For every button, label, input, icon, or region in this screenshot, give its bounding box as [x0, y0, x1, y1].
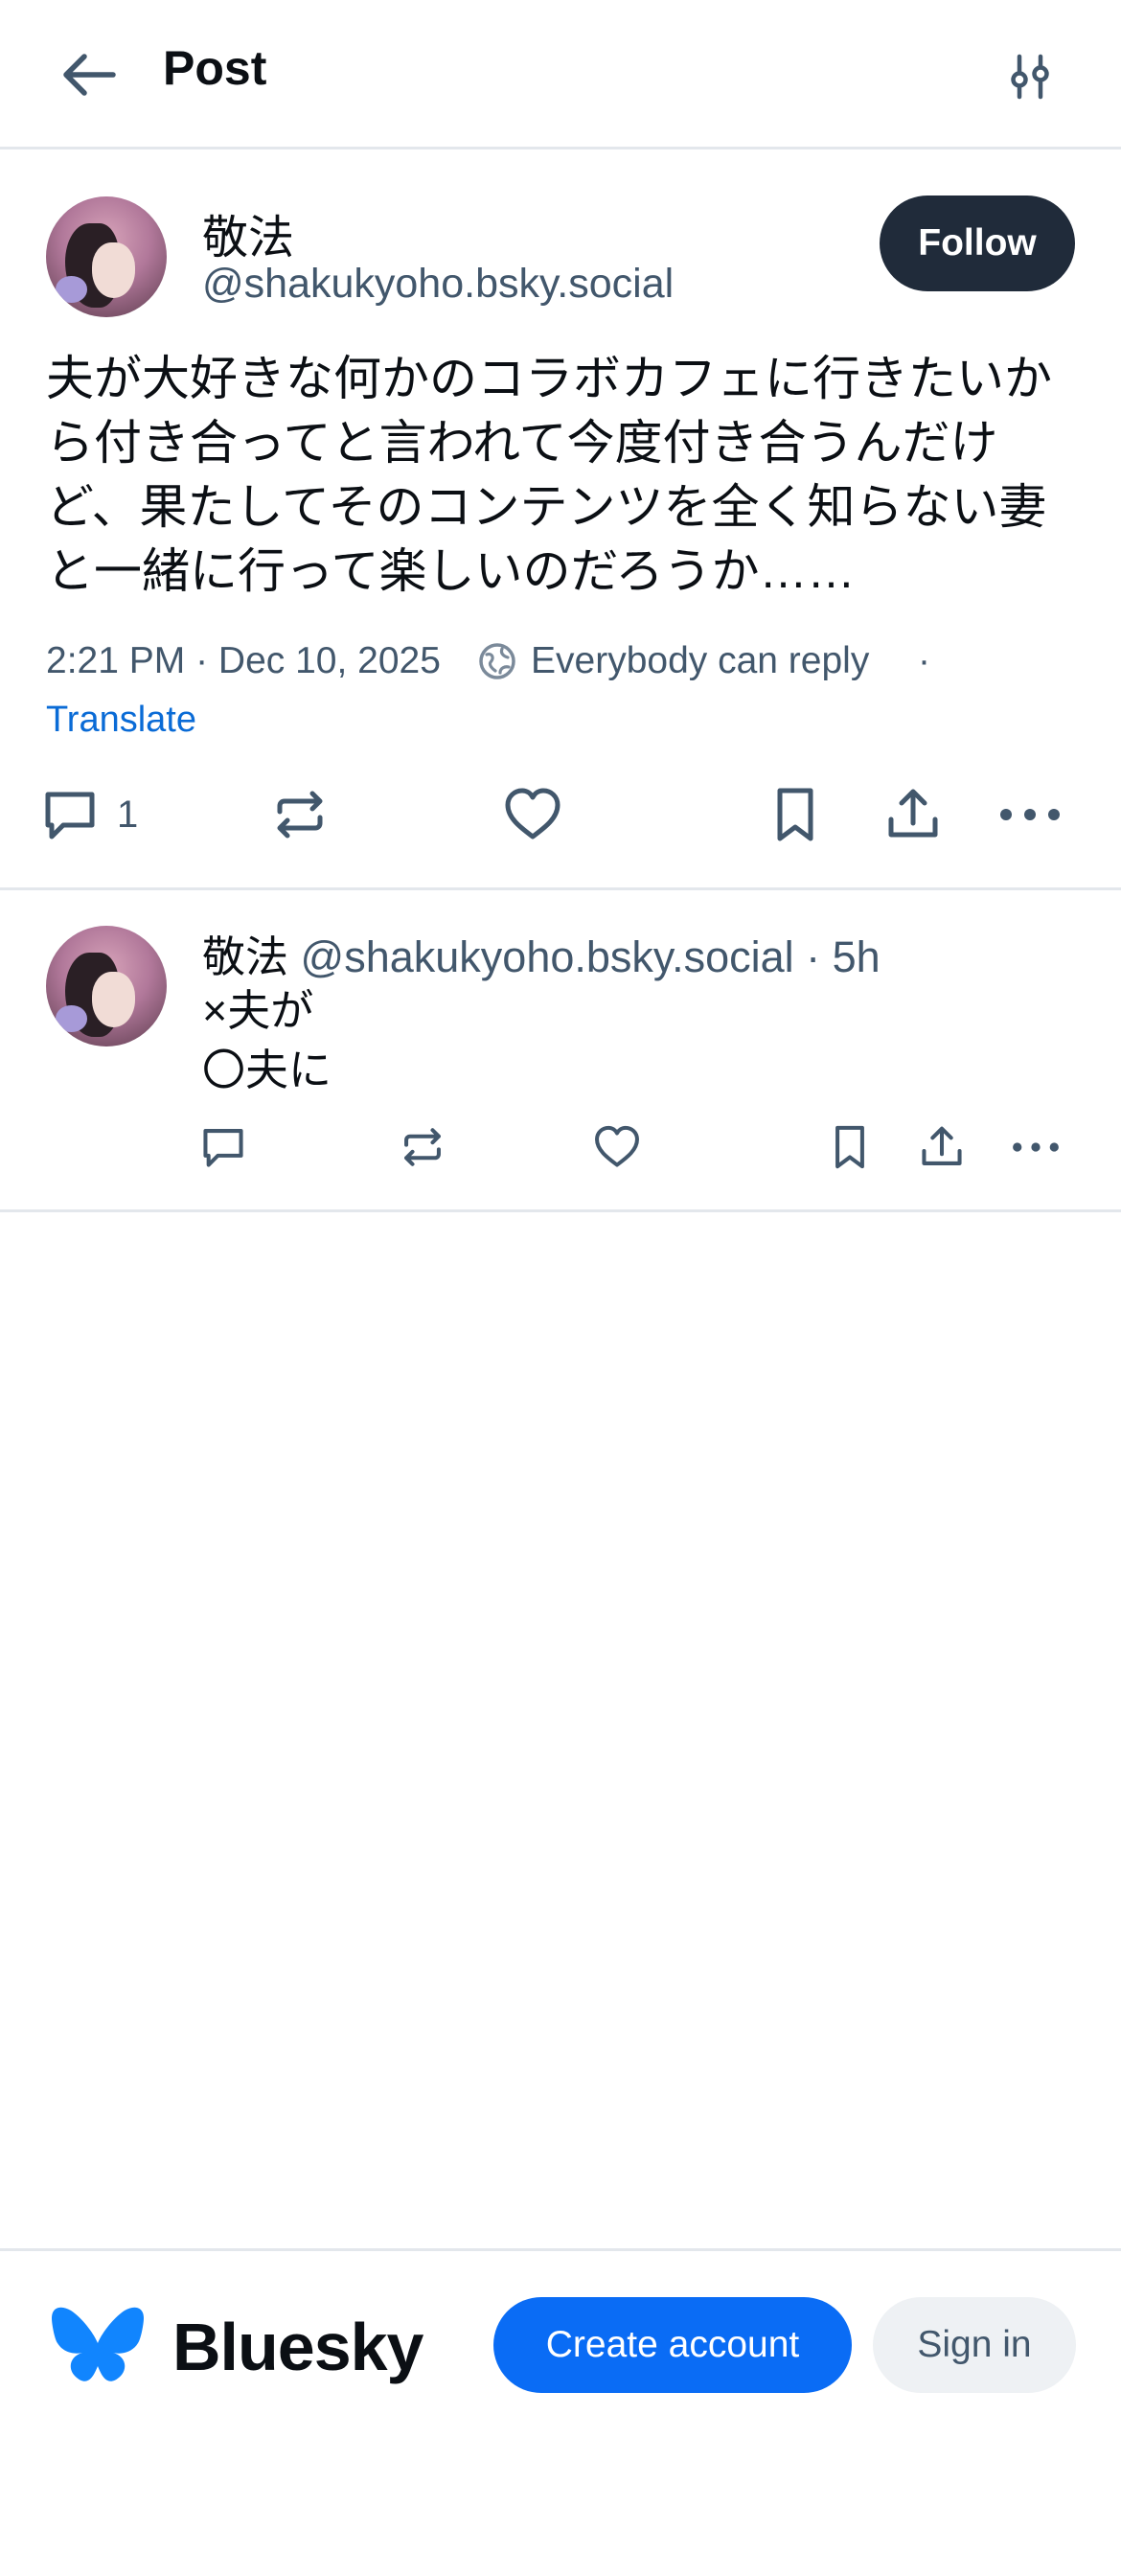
page-title: Post [163, 41, 267, 95]
back-button[interactable] [50, 36, 126, 113]
reply-reply-button[interactable] [199, 1114, 247, 1181]
translate-link[interactable]: Translate [46, 700, 196, 741]
repost-icon [404, 1128, 441, 1166]
bookmark-icon [777, 788, 813, 841]
more-dots-icon [1013, 1142, 1059, 1152]
heart-icon [505, 788, 560, 840]
reply-author-name[interactable]: 敬法 [202, 932, 288, 981]
divider [0, 887, 1121, 890]
share-icon [888, 789, 938, 838]
post-thread-page: Post 敬法 @shakukyoho.bsky.social Follow 夫… [0, 0, 1121, 2576]
signup-footer: Bluesky Create account Sign in [0, 2248, 1121, 2576]
post-actions: 1 [0, 776, 1121, 853]
reply-more-button[interactable] [1010, 1114, 1062, 1181]
bookmark-button[interactable] [768, 776, 822, 853]
post-text: 夫が大好きな何かのコラボカフェに行きたいから付き合ってと言われて今度付き合うんだ… [46, 352, 1052, 598]
more-dots-icon [1000, 809, 1060, 820]
reply-header: 敬法 @shakukyoho.bsky.social · 5h [202, 922, 881, 984]
reply-line: 〇夫に [202, 1046, 332, 1094]
repost-icon [277, 791, 323, 839]
like-button[interactable] [502, 776, 563, 853]
reply-line: ×夫が [202, 986, 314, 1035]
reply-bookmark-button[interactable] [828, 1114, 872, 1181]
reply-setting-row: Everybody can reply · [0, 632, 1121, 690]
arrow-left-icon [63, 54, 116, 96]
reply-icon [45, 792, 95, 840]
follow-button[interactable]: Follow [880, 196, 1075, 291]
meta-separator: · [918, 640, 930, 681]
reply-count: 1 [117, 793, 139, 836]
more-options-button[interactable] [996, 776, 1064, 853]
author-name[interactable]: 敬法 [202, 199, 294, 266]
brand[interactable]: Bluesky [50, 2299, 423, 2395]
reply-share-button[interactable] [918, 1114, 966, 1181]
reply-button[interactable]: 1 [40, 776, 138, 853]
reply-age: · 5h [806, 932, 881, 981]
top-bar: Post [0, 0, 1121, 150]
author-handle[interactable]: @shakukyoho.bsky.social [202, 261, 674, 308]
repost-button[interactable] [270, 776, 330, 853]
thread-settings-button[interactable] [992, 38, 1068, 115]
brand-name: Bluesky [172, 2310, 423, 2384]
reply-repost-button[interactable] [399, 1114, 446, 1181]
reply-setting[interactable]: Everybody can reply [477, 632, 869, 690]
reply-text: ×夫が 〇夫に [202, 981, 332, 1100]
share-button[interactable] [883, 776, 943, 853]
reply-setting-label: Everybody can reply [531, 640, 870, 681]
share-icon [922, 1126, 962, 1165]
globe-icon [479, 643, 515, 679]
create-account-button[interactable]: Create account [493, 2297, 852, 2393]
reply-actions [0, 1114, 1121, 1181]
sign-in-button[interactable]: Sign in [873, 2297, 1076, 2393]
divider [0, 1209, 1121, 1212]
sliders-icon [1011, 54, 1049, 100]
author-avatar[interactable] [46, 196, 167, 317]
reply-icon [203, 1129, 243, 1167]
reply-author-handle[interactable]: @shakukyoho.bsky.social [301, 932, 794, 981]
reply-author-avatar[interactable] [46, 926, 167, 1046]
reply-like-button[interactable] [592, 1114, 642, 1181]
butterfly-logo-icon [52, 2307, 144, 2381]
bookmark-icon [835, 1125, 864, 1169]
heart-icon [595, 1125, 639, 1167]
